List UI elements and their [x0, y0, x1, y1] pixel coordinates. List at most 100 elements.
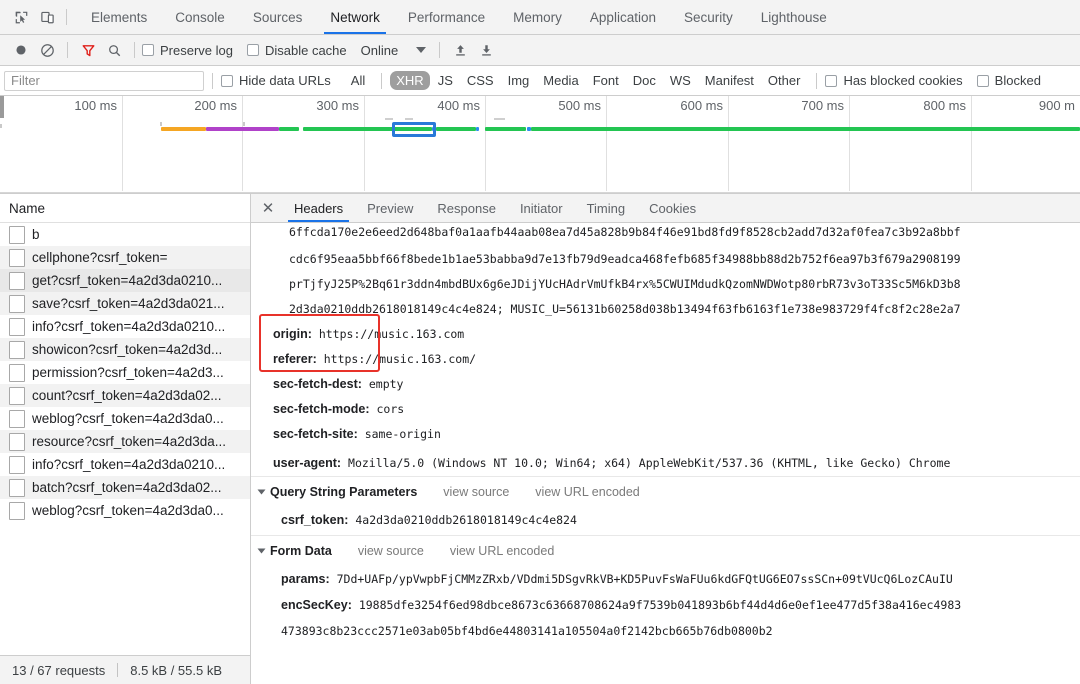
request-row-12[interactable]: weblog?csrf_token=4a2d3da0...: [0, 499, 250, 522]
view-source-link[interactable]: view source: [443, 477, 509, 507]
type-filter-manifest[interactable]: Manifest: [699, 71, 760, 90]
header-row-sec-fetch-site: sec-fetch-site: same-origin: [273, 427, 441, 441]
detail-tab-cookies[interactable]: Cookies: [637, 194, 708, 222]
status-divider: [117, 663, 119, 677]
detail-tab-timing[interactable]: Timing: [575, 194, 638, 222]
record-circle-icon[interactable]: [8, 38, 34, 62]
search-magnifier-icon[interactable]: [101, 38, 127, 62]
toolbar-icon-group: [0, 0, 77, 34]
form-data-section[interactable]: Form Data view source view URL encoded: [251, 535, 1080, 566]
tab-memory[interactable]: Memory: [499, 0, 576, 34]
download-har-icon[interactable]: [473, 38, 499, 62]
type-filter-ws[interactable]: WS: [664, 71, 697, 90]
blocked-checkbox[interactable]: Blocked: [976, 73, 1041, 88]
has-blocked-cookies-label: Has blocked cookies: [843, 73, 963, 88]
request-list[interactable]: b cellphone?csrf_token= get?csrf_token=4…: [0, 223, 250, 655]
clear-no-entry-icon[interactable]: [34, 38, 60, 62]
preserve-log-checkbox[interactable]: Preserve log: [142, 43, 233, 58]
type-filter-all[interactable]: All: [345, 71, 371, 90]
preserve-log-label: Preserve log: [160, 42, 233, 58]
overview-bar-green: [436, 127, 476, 131]
request-name: b: [32, 227, 40, 242]
section-title: Query String Parameters: [270, 485, 418, 499]
overview-tick-300ms: 300 ms: [316, 98, 359, 113]
inspect-element-icon[interactable]: [8, 4, 34, 30]
tab-network[interactable]: Network: [316, 0, 394, 34]
overview-selection-window[interactable]: [392, 122, 436, 137]
request-row-3[interactable]: save?csrf_token=4a2d3da021...: [0, 292, 250, 315]
header-row-sec-fetch-mode: sec-fetch-mode: cors: [273, 402, 405, 416]
tab-performance[interactable]: Performance: [394, 0, 499, 34]
tab-lighthouse[interactable]: Lighthouse: [747, 0, 841, 34]
tab-label: Headers: [294, 200, 344, 216]
tab-console[interactable]: Console: [161, 0, 239, 34]
filter-funnel-icon[interactable]: [75, 38, 101, 62]
headers-content[interactable]: 6ffcda170e2e6eed2d648baf0a1aafb44aab08ea…: [251, 223, 1080, 684]
throttling-select[interactable]: Online: [361, 43, 427, 58]
view-url-encoded-link[interactable]: view URL encoded: [450, 536, 554, 566]
tab-elements[interactable]: Elements: [77, 0, 161, 34]
toolbar-divider: [67, 42, 68, 58]
has-blocked-cookies-checkbox[interactable]: Has blocked cookies: [825, 73, 963, 88]
type-filter-other[interactable]: Other: [762, 71, 807, 90]
detail-tab-initiator[interactable]: Initiator: [508, 194, 575, 222]
request-row-9[interactable]: resource?csrf_token=4a2d3da...: [0, 430, 250, 453]
detail-tab-headers[interactable]: Headers: [282, 194, 355, 222]
tab-label: Response: [437, 200, 496, 216]
close-icon[interactable]: ✕: [254, 194, 282, 222]
chevron-down-icon: [257, 548, 266, 554]
search-input[interactable]: [4, 70, 204, 91]
file-icon: [9, 294, 25, 313]
type-filter-media[interactable]: Media: [537, 71, 584, 90]
tab-label: Cookies: [649, 200, 697, 216]
type-filter-font[interactable]: Font: [587, 71, 625, 90]
type-filter-xhr[interactable]: XHR: [390, 71, 430, 90]
type-filter-js[interactable]: JS: [432, 71, 459, 90]
file-icon: [9, 432, 25, 451]
network-status-bar: 13 / 67 requests 8.5 kB / 55.5 kB: [0, 655, 250, 684]
overview-left-handle[interactable]: [0, 96, 4, 118]
header-key: sec-fetch-site: [273, 427, 354, 441]
request-row-11[interactable]: batch?csrf_token=4a2d3da02...: [0, 476, 250, 499]
file-icon: [9, 317, 25, 336]
network-overview-timeline[interactable]: 100 ms 200 ms 300 ms 400 ms 500 ms 600 m…: [0, 96, 1080, 194]
disable-cache-checkbox[interactable]: Disable cache: [246, 43, 347, 58]
hide-data-urls-checkbox[interactable]: Hide data URLs: [221, 73, 331, 88]
request-row-0[interactable]: b: [0, 223, 250, 246]
request-name: count?csrf_token=4a2d3da02...: [32, 388, 222, 403]
filter-divider: [212, 72, 213, 89]
type-filter-css[interactable]: CSS: [461, 71, 500, 90]
query-param-csrf-token: csrf_token: 4a2d3da0210ddb2618018149c4c4…: [281, 513, 577, 527]
request-row-8[interactable]: weblog?csrf_token=4a2d3da0...: [0, 407, 250, 430]
hide-data-urls-label: Hide data URLs: [239, 73, 331, 88]
request-row-1[interactable]: cellphone?csrf_token=: [0, 246, 250, 269]
tab-label: Preview: [367, 200, 414, 216]
request-name: resource?csrf_token=4a2d3da...: [32, 434, 227, 449]
request-row-10[interactable]: info?csrf_token=4a2d3da0210...: [0, 453, 250, 476]
request-row-5[interactable]: showicon?csrf_token=4a2d3d...: [0, 338, 250, 361]
request-list-column-header[interactable]: Name: [0, 194, 250, 223]
upload-har-icon[interactable]: [447, 38, 473, 62]
device-toolbar-icon[interactable]: [34, 4, 60, 30]
file-icon: [9, 386, 25, 405]
tab-sources[interactable]: Sources: [239, 0, 317, 34]
type-filter-doc[interactable]: Doc: [627, 71, 662, 90]
request-name: get?csrf_token=4a2d3da0210...: [32, 273, 223, 288]
header-key: referer: [273, 352, 313, 366]
request-row-4[interactable]: info?csrf_token=4a2d3da0210...: [0, 315, 250, 338]
detail-tab-response[interactable]: Response: [425, 194, 508, 222]
main-tabbar: Elements Console Sources Network Perform…: [0, 0, 1080, 35]
request-row-7[interactable]: count?csrf_token=4a2d3da02...: [0, 384, 250, 407]
request-row-2-selected[interactable]: get?csrf_token=4a2d3da0210...: [0, 269, 250, 292]
query-string-parameters-section[interactable]: Query String Parameters view source view…: [251, 476, 1080, 507]
type-filter-img[interactable]: Img: [502, 71, 536, 90]
tab-label: Timing: [586, 200, 626, 216]
tab-security[interactable]: Security: [670, 0, 747, 34]
request-row-6[interactable]: permission?csrf_token=4a2d3...: [0, 361, 250, 384]
view-source-link[interactable]: view source: [358, 536, 424, 566]
tab-application[interactable]: Application: [576, 0, 670, 34]
header-value: cors: [376, 402, 405, 416]
file-icon: [9, 340, 25, 359]
view-url-encoded-link[interactable]: view URL encoded: [535, 477, 639, 507]
detail-tab-preview[interactable]: Preview: [355, 194, 425, 222]
